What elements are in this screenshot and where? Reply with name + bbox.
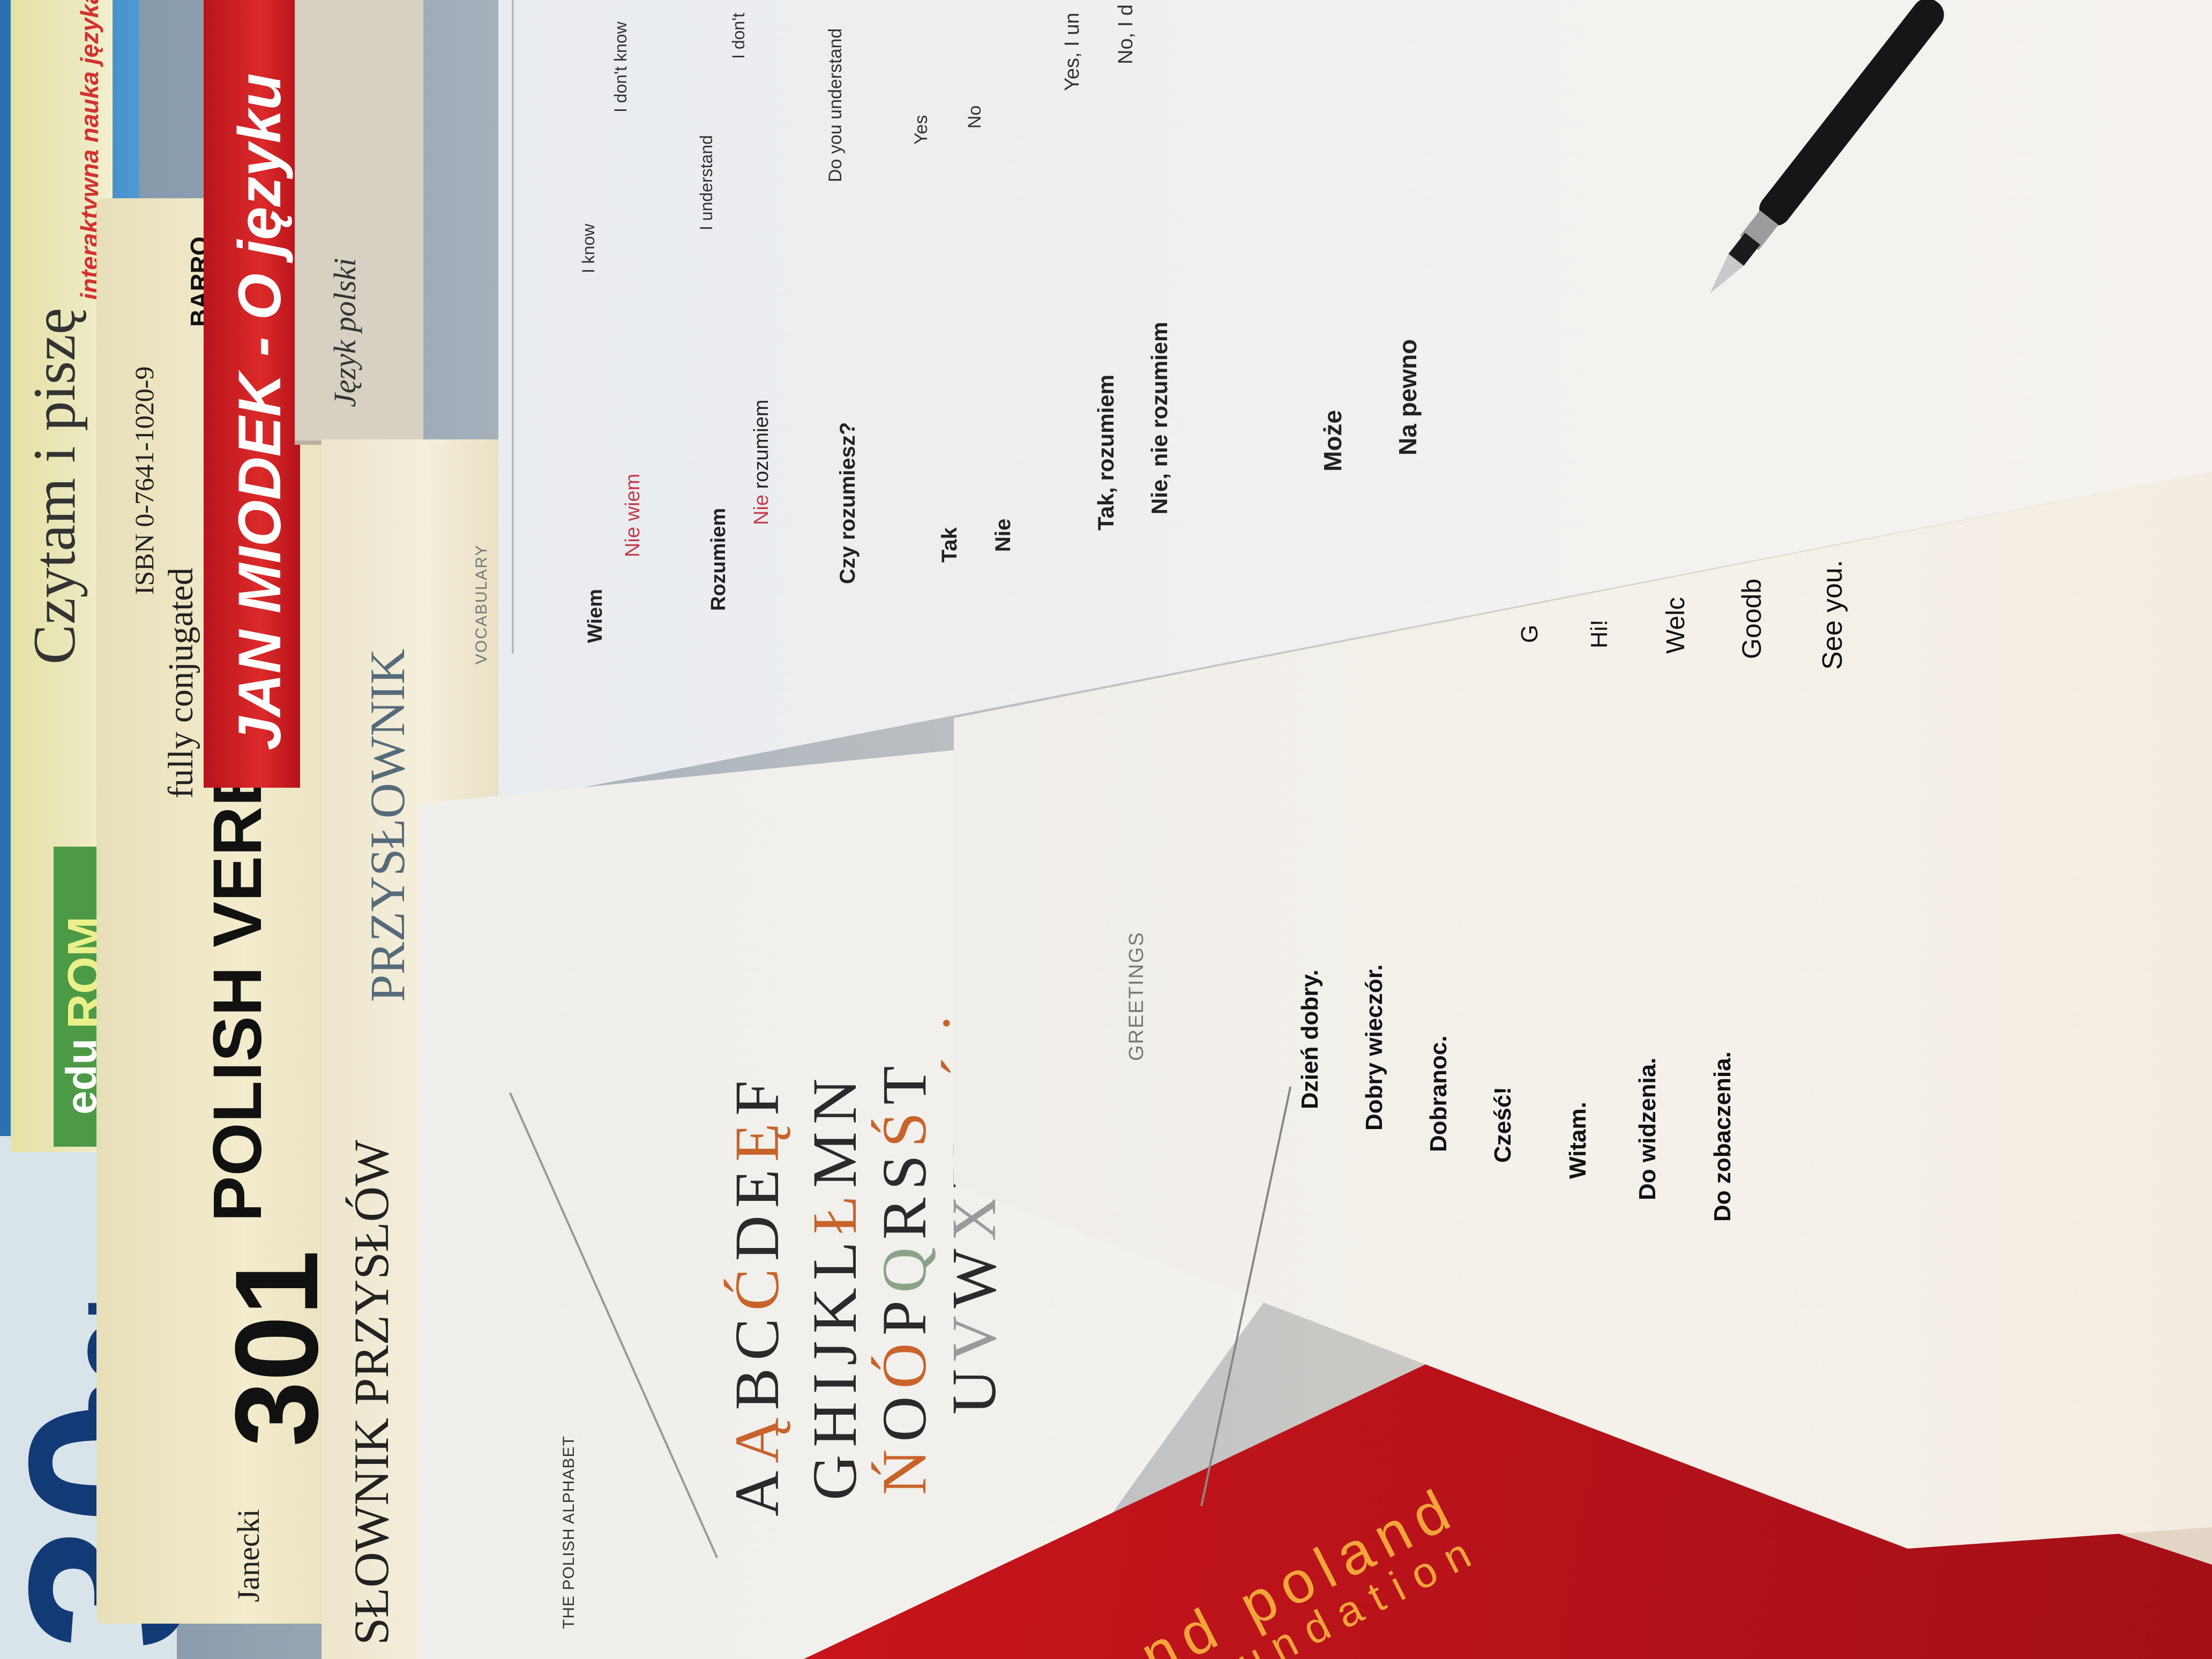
book-jan-miodek: JAN MIODEK - O języku (204, 0, 300, 788)
vocab-pl-text: wiem (622, 473, 644, 521)
vocab-en-5: Yes (911, 115, 931, 145)
vocab-en-6: No (965, 105, 985, 129)
vocabulary-heading: VOCABULARY (473, 544, 490, 664)
letter: Ś (869, 1104, 939, 1148)
greeting-pl-4: Witam. (1565, 1102, 1591, 1179)
vocab-en-7: Yes, I un (1061, 12, 1083, 92)
fountain-pen-icon (1709, 0, 1944, 294)
vocab-pl-text: Wiem (584, 588, 607, 643)
book-slownik-subtitle: PRZYSŁOWNIK (360, 648, 415, 1002)
letter: Ł (799, 1187, 870, 1235)
vocab-pl-5: Tak (938, 527, 962, 563)
letter: V (939, 1308, 1009, 1362)
vocab-en-2: I understand (697, 135, 716, 230)
letter: Ę (722, 1116, 792, 1162)
book-verbs-subtitle: fully conjugated (161, 567, 200, 798)
greetings-heading: GREETINGS (1125, 931, 1148, 1061)
greeting-pl-2: Dobranoc. (1425, 1035, 1452, 1152)
vocab-pl-8: Nie, nie rozumiem (1147, 322, 1172, 514)
letter: Ó (869, 1335, 939, 1389)
letter: G (799, 1447, 870, 1500)
alphabet-heading: THE POLISH ALPHABET (560, 1436, 578, 1629)
letter: U (939, 1361, 1009, 1415)
letter: Ń (869, 1441, 939, 1495)
vocab-en-3: I don't (729, 12, 748, 59)
book-slownik-title: SŁOWNIK PRZYSŁÓW (344, 1140, 399, 1645)
letter: J (799, 1333, 870, 1366)
greeting-pl-3: Cześć! (1490, 1087, 1516, 1163)
vocab-pl-0: Wiem (584, 589, 607, 643)
book-verbs-author: Janecki (231, 1509, 266, 1602)
letter: S (869, 1147, 939, 1190)
vocab-pl-text: Tak (938, 527, 961, 563)
vocab-en-8: No, I d (1115, 4, 1137, 64)
greeting-pl-5: Do widzenia. (1634, 1057, 1661, 1200)
letter: R (869, 1190, 939, 1240)
book-verbs-isbn: ISBN 0-7641-1020-9 (129, 366, 159, 595)
vocab-pl-text: Na pewno (1394, 339, 1422, 455)
vocab-pl-text: Nie, nie rozumiem (1147, 322, 1172, 514)
vocab-en-0: I know (579, 223, 598, 273)
greeting-en-6: See you. (1817, 559, 1848, 670)
letter: Q (869, 1239, 939, 1293)
letter: D (722, 1208, 792, 1261)
letter: M (799, 1124, 870, 1188)
pen-barrel (1759, 0, 1944, 226)
greeting-en-3: Hi! (1586, 619, 1612, 648)
letter: P (869, 1292, 939, 1336)
vocab-pl-10: Na pewno (1393, 339, 1422, 455)
letter: Ą (722, 1410, 792, 1463)
vocab-neg-text: Nie (622, 526, 644, 557)
letter: F (722, 1073, 792, 1116)
letter: C (722, 1311, 792, 1361)
book-jezyk-polski: Język polski (295, 0, 423, 445)
greeting-en-5: Goodb (1737, 578, 1767, 659)
vocab-pl-9: Może (1318, 410, 1347, 472)
vocabulary-divider (512, 0, 514, 654)
vocab-pl-text: Tak, rozumiem (1093, 375, 1118, 530)
book-czytam-title: Czytam i piszę (21, 308, 88, 664)
vocab-pl-text: rozumiem (750, 399, 773, 489)
greeting-en-2: G (1516, 624, 1543, 643)
greeting-en-4: Welc (1662, 597, 1690, 654)
vocab-pl-text: Nie (991, 518, 1015, 552)
book-miodek-title: JAN MIODEK - O języku (226, 73, 293, 750)
vocab-pl-6: Nie (991, 519, 1015, 552)
letter: Ć (722, 1261, 792, 1311)
vocab-en-1: I don't know (611, 21, 630, 113)
letter: H (799, 1394, 870, 1447)
vocab-en-4: Do you understand (825, 28, 846, 182)
alphabet-line-0: AĄBCĆDEĘF (721, 1073, 794, 1516)
letter: E (722, 1162, 792, 1208)
greeting-pl-0: Dzień dobry. (1297, 969, 1323, 1109)
vocab-pl-text: Czy rozumiesz? (836, 422, 860, 584)
book-jezyk-title: Język polski (327, 258, 362, 407)
letter: B (722, 1360, 792, 1410)
vocab-pl-1: Nie wiem (622, 474, 645, 557)
letter: K (799, 1280, 870, 1334)
alphabet-line-1: GHIJKLŁMN (798, 1071, 871, 1500)
vocab-pl-text: Rozumiem (707, 507, 730, 611)
letter: L (799, 1234, 870, 1281)
letter: T (869, 1058, 939, 1105)
vocab-neg-text: Nie (750, 494, 773, 525)
vocab-pl-2: Rozumiem (707, 508, 730, 611)
letter: I (799, 1365, 870, 1394)
letter: W (939, 1241, 1009, 1309)
vocab-pl-text: Może (1319, 410, 1347, 472)
vocab-pl-3: Nie rozumiem (750, 400, 773, 525)
letter: A (722, 1463, 792, 1516)
photo-scene: 30 POL Czytam i piszę interaktywna nauka… (0, 0, 2212, 1659)
greeting-pl-6: Do zobaczenia. (1709, 1051, 1736, 1222)
alphabet-line-2: ŃOÓPQRSŚT (868, 1058, 941, 1495)
vocab-pl-4: Czy rozumiesz? (836, 422, 860, 584)
letter: N (799, 1071, 870, 1125)
letter: O (869, 1388, 939, 1442)
greeting-pl-1: Dobry wieczór. (1361, 964, 1387, 1131)
vocab-pl-7: Tak, rozumiem (1093, 375, 1119, 530)
